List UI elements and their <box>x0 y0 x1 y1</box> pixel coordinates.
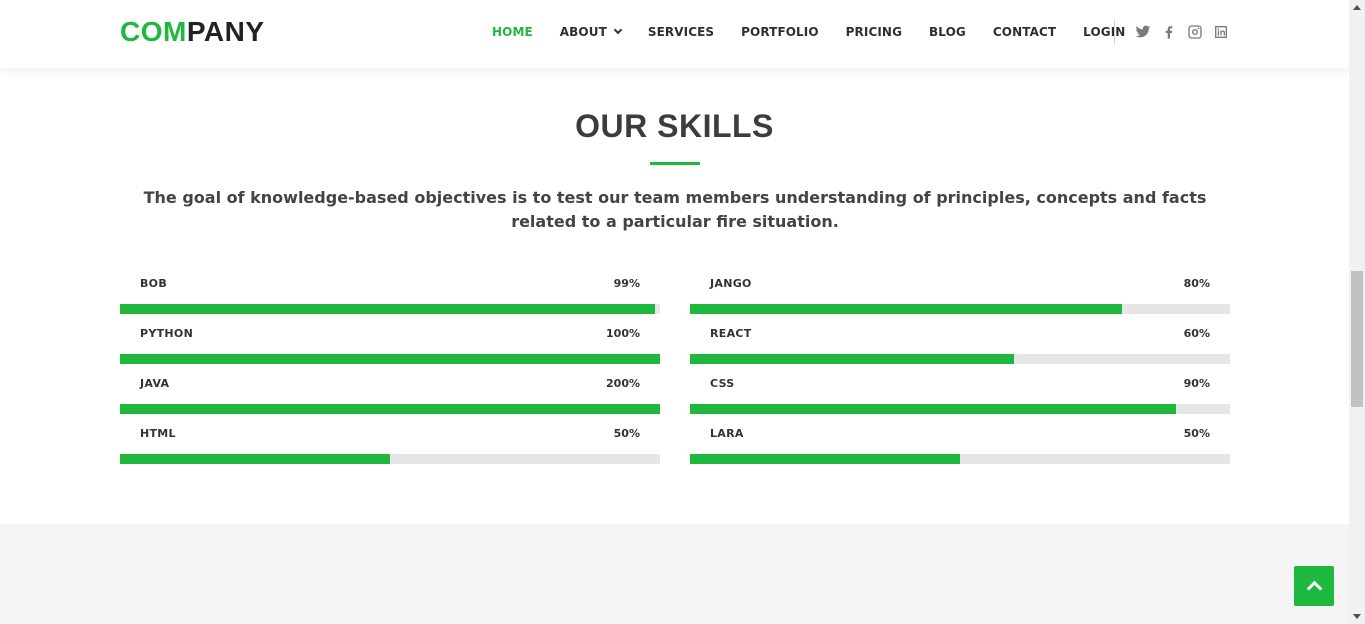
skill-name: PYTHON <box>140 327 194 340</box>
next-section <box>0 524 1349 624</box>
skill-percent: 80% <box>1183 277 1210 290</box>
section-lead: The goal of knowledge-based objectives i… <box>143 188 1207 231</box>
nav-contact-label: CONTACT <box>992 25 1057 39</box>
linkedin-icon[interactable] <box>1212 23 1230 41</box>
logo[interactable]: COMPANY <box>120 16 265 48</box>
chevron-down-icon <box>613 25 623 35</box>
scroll-down-arrow[interactable] <box>1353 614 1361 619</box>
scrollbar-thumb[interactable] <box>1351 271 1363 407</box>
skill-jango: JANGO 80% <box>690 272 1230 322</box>
skill-python: PYTHON 100% <box>120 322 660 372</box>
progress-track <box>120 304 660 314</box>
skill-percent: 200% <box>606 377 640 390</box>
nav-divider <box>1114 19 1115 45</box>
skill-name: LARA <box>710 427 744 440</box>
skill-name: HTML <box>140 427 176 440</box>
chevron-up-icon <box>1306 580 1322 597</box>
progress-fill <box>690 454 960 464</box>
skill-percent: 100% <box>606 327 640 340</box>
skill-react: REACT 60% <box>690 322 1230 372</box>
nav-home[interactable]: HOME <box>492 25 533 39</box>
skills-column-left: BOB 99% PYTHON 100% JAVA 200% HTML 50% <box>120 272 660 472</box>
site-header: COMPANY HOME ABOUT SERVICES PORTFOLIO PR… <box>0 0 1349 68</box>
skill-java: JAVA 200% <box>120 372 660 422</box>
instagram-icon[interactable] <box>1186 23 1204 41</box>
skill-percent: 99% <box>613 277 640 290</box>
nav-portfolio-label: PORTFOLIO <box>741 25 819 39</box>
progress-track <box>120 404 660 414</box>
nav-login-label: LOGIN <box>1083 25 1126 39</box>
progress-fill <box>690 354 1014 364</box>
skill-lara: LARA 50% <box>690 422 1230 472</box>
nav-portfolio[interactable]: PORTFOLIO <box>741 25 819 39</box>
progress-fill <box>120 304 655 314</box>
nav-blog-label: BLOG <box>929 25 966 39</box>
progress-track <box>120 454 660 464</box>
back-to-top-button[interactable] <box>1294 566 1334 606</box>
skill-percent: 60% <box>1183 327 1210 340</box>
facebook-icon[interactable] <box>1160 23 1178 41</box>
progress-track <box>690 304 1230 314</box>
section-title: OUR SKILLS <box>575 108 774 144</box>
nav-home-label: HOME <box>492 25 533 39</box>
progress-track <box>690 354 1230 364</box>
scrollbar[interactable] <box>1349 0 1365 624</box>
social-links <box>1134 23 1238 41</box>
skills-column-right: JANGO 80% REACT 60% CSS 90% LARA 50% <box>690 272 1230 472</box>
nav-pricing-label: PRICING <box>845 25 903 39</box>
progress-track <box>690 404 1230 414</box>
skill-name: REACT <box>710 327 752 340</box>
progress-track <box>120 354 660 364</box>
scroll-up-arrow[interactable] <box>1353 5 1361 10</box>
skill-name: JAVA <box>140 377 170 390</box>
skill-percent: 50% <box>1183 427 1210 440</box>
progress-fill <box>120 404 660 414</box>
twitter-icon[interactable] <box>1134 23 1152 41</box>
nav-pricing[interactable]: PRICING <box>846 25 902 39</box>
nav-about[interactable]: ABOUT <box>559 25 623 39</box>
skill-bob: BOB 99% <box>120 272 660 322</box>
skill-percent: 50% <box>613 427 640 440</box>
skill-css: CSS 90% <box>690 372 1230 422</box>
nav-about-label: ABOUT <box>559 25 607 39</box>
nav-contact[interactable]: CONTACT <box>993 25 1056 39</box>
logo-part-2: PANY <box>186 16 265 47</box>
nav-blog[interactable]: BLOG <box>929 25 966 39</box>
progress-fill <box>690 404 1176 414</box>
progress-fill <box>120 454 390 464</box>
skill-percent: 90% <box>1183 377 1210 390</box>
page: COMPANY HOME ABOUT SERVICES PORTFOLIO PR… <box>0 0 1349 624</box>
title-underline <box>650 162 700 165</box>
skill-name: CSS <box>710 377 735 390</box>
skill-html: HTML 50% <box>120 422 660 472</box>
nav-login[interactable]: LOGIN <box>1083 25 1125 39</box>
logo-part-1: COM <box>120 16 187 47</box>
progress-fill <box>690 304 1122 314</box>
main-nav: HOME ABOUT SERVICES PORTFOLIO PRICING BL… <box>492 0 1152 64</box>
skill-name: BOB <box>140 277 168 290</box>
nav-services-label: SERVICES <box>647 25 715 39</box>
nav-services[interactable]: SERVICES <box>648 25 714 39</box>
progress-track <box>690 454 1230 464</box>
skill-name: JANGO <box>710 277 752 290</box>
progress-fill <box>120 354 660 364</box>
